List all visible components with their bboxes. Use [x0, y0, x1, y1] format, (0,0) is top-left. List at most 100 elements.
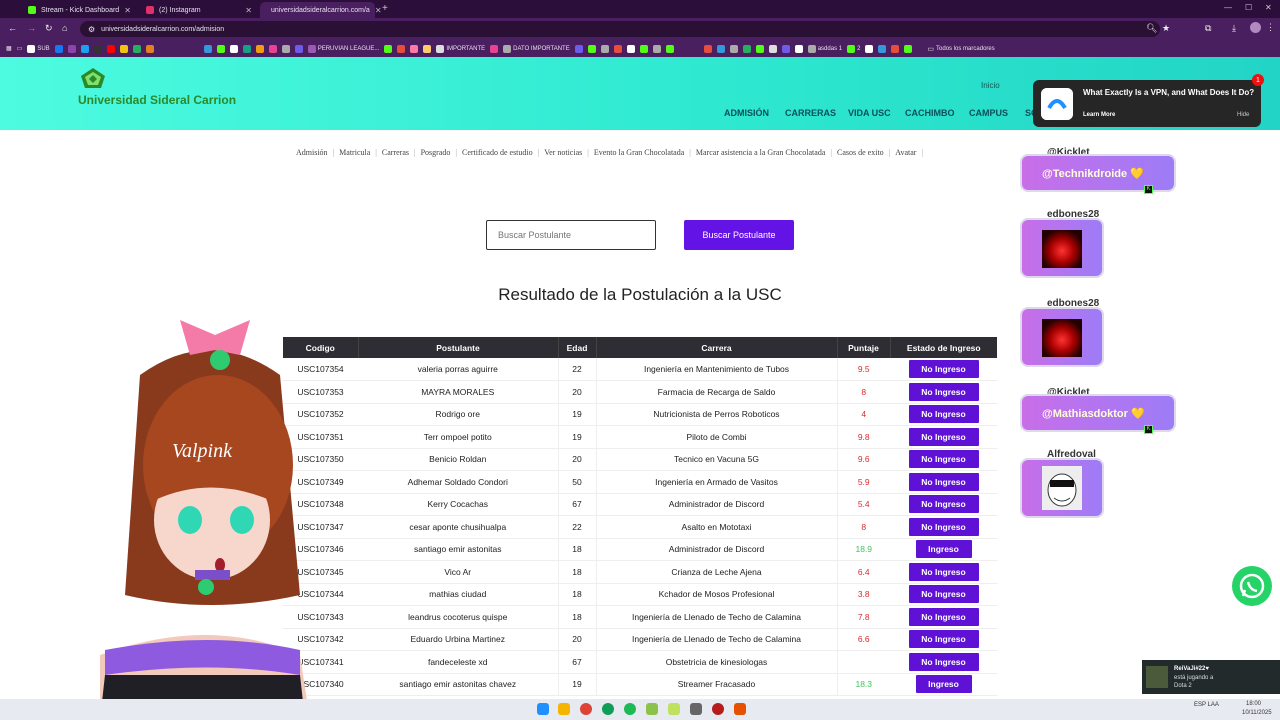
app-icon[interactable] [712, 703, 724, 715]
bookmark-icon[interactable] [80, 44, 89, 53]
close-icon[interactable]: ✕ [245, 6, 252, 15]
no-ingreso-badge[interactable]: No Ingreso [908, 427, 979, 446]
extensions-icon[interactable]: ⧉ [1205, 23, 1211, 34]
bookmark-icon[interactable] [216, 44, 225, 53]
home-icon[interactable]: ⌂ [62, 23, 67, 33]
bookmark-icon[interactable] [794, 44, 803, 53]
nav-cachimbo[interactable]: CACHIMBO [905, 108, 955, 118]
no-ingreso-badge[interactable]: No Ingreso [908, 450, 979, 469]
clock-time[interactable]: 18:00 [1246, 701, 1261, 707]
nav-inicio[interactable]: Inicio [981, 81, 1000, 90]
nav-carreras[interactable]: CARRERAS [785, 108, 836, 118]
bookmark-icon[interactable] [281, 44, 290, 53]
bookmark-icon[interactable] [229, 44, 238, 53]
bookmark-icon[interactable] [54, 44, 63, 53]
subnav-avatar[interactable]: Avatar [895, 148, 916, 157]
zoom-icon[interactable]: 🔍︎ [1146, 23, 1157, 34]
bookmark-dato-importante[interactable]: DATO IMPORTANTE [503, 44, 570, 53]
bookmark-icon[interactable] [93, 44, 102, 53]
new-tab-icon[interactable]: + [382, 3, 388, 14]
bookmark-icon[interactable] [384, 44, 393, 53]
url-field[interactable]: ⚙ universidadsideralcarrion.com/admision [80, 21, 1160, 37]
bookmark-2[interactable]: 2 [847, 44, 860, 53]
no-ingreso-badge[interactable]: No Ingreso [908, 382, 979, 401]
back-icon[interactable]: ← [8, 23, 17, 33]
vpn-ad-popup[interactable]: What Exactly Is a VPN, and What Does It … [1033, 80, 1261, 127]
bookmark-icon[interactable] [255, 44, 264, 53]
nav-admision[interactable]: ADMISIÓN [724, 108, 769, 118]
reload-icon[interactable]: ↻ [45, 23, 53, 34]
bookmark-icon[interactable] [106, 44, 115, 53]
bookmark-icon[interactable] [703, 44, 712, 53]
search-postulante-input[interactable] [486, 220, 656, 250]
bookmark-importante[interactable]: IMPORTANTE [436, 44, 485, 53]
bookmark-peruvian-league[interactable]: PERUVIAN LEAGUE... [307, 44, 379, 53]
bookmark-icon[interactable] [268, 44, 277, 53]
tab-usc[interactable]: universidadsideralcarrion.com/a ✕ [260, 2, 382, 18]
language-indicator[interactable]: ESP LAA [1194, 702, 1219, 708]
bookmark-icon[interactable] [626, 44, 635, 53]
subnav-casos[interactable]: Casos de exito [837, 148, 884, 157]
bookmark-icon[interactable] [423, 44, 432, 53]
bookmark-icon[interactable] [203, 44, 212, 53]
apps-icon[interactable]: ▦ [6, 45, 12, 52]
nav-vida-usc[interactable]: VIDA USC [848, 108, 891, 118]
bookmark-icon[interactable] [574, 44, 583, 53]
subnav-certificado[interactable]: Certificado de estudio [462, 148, 533, 157]
forward-icon[interactable]: → [27, 23, 36, 33]
tab-kick[interactable]: Stream - Kick Dashboard ✕ [22, 2, 137, 18]
ingreso-badge[interactable]: Ingreso [915, 675, 972, 694]
bookmark-icon[interactable] [639, 44, 648, 53]
bookmark-icon[interactable] [742, 44, 751, 53]
bookmark-icon[interactable] [729, 44, 738, 53]
close-icon[interactable]: ✕ [124, 6, 131, 15]
friend-activity-toast[interactable]: ReiVaJi#22♥ está jugando a Dota 2 [1142, 660, 1280, 694]
bookmark-icon[interactable] [145, 44, 154, 53]
bookmark-icon[interactable] [891, 44, 900, 53]
app-icon[interactable] [734, 703, 746, 715]
subnav-evento[interactable]: Evento la Gran Chocolatada [594, 148, 684, 157]
bookmark-icon[interactable] [904, 44, 913, 53]
bookmark-icon[interactable] [397, 44, 406, 53]
bookmark-icon[interactable] [878, 44, 887, 53]
no-ingreso-badge[interactable]: No Ingreso [908, 585, 979, 604]
download-icon[interactable]: ⤓ [1232, 23, 1236, 34]
no-ingreso-badge[interactable]: No Ingreso [908, 652, 979, 671]
bookmark-icon[interactable] [716, 44, 725, 53]
subnav-asistencia[interactable]: Marcar asistencia a la Gran Chocolatada [696, 148, 826, 157]
chrome-icon[interactable] [580, 703, 592, 715]
bookmark-icon[interactable] [755, 44, 764, 53]
bookmark-icon[interactable] [587, 44, 596, 53]
bookmark-icon[interactable] [600, 44, 609, 53]
bookmark-icon[interactable] [67, 44, 76, 53]
bookmark-icon[interactable] [768, 44, 777, 53]
app-icon[interactable] [690, 703, 702, 715]
no-ingreso-badge[interactable]: No Ingreso [908, 472, 979, 491]
subnav-matricula[interactable]: Matricula [339, 148, 370, 157]
minimize-icon[interactable]: — [1224, 3, 1232, 12]
no-ingreso-badge[interactable]: No Ingreso [908, 562, 979, 581]
subnav-posgrado[interactable]: Posgrado [421, 148, 451, 157]
usc-logo-icon[interactable] [80, 67, 106, 89]
file-explorer-icon[interactable] [558, 703, 570, 715]
chrome-icon[interactable] [602, 703, 614, 715]
bookmark-icon[interactable] [119, 44, 128, 53]
no-ingreso-badge[interactable]: No Ingreso [908, 630, 979, 649]
subnav-carreras[interactable]: Carreras [382, 148, 409, 157]
no-ingreso-badge[interactable]: No Ingreso [908, 607, 979, 626]
profile-avatar[interactable] [1250, 22, 1261, 33]
bookmark-icon[interactable] [242, 44, 251, 53]
bookmark-icon[interactable] [294, 44, 303, 53]
search-postulante-button[interactable]: Buscar Postulante [684, 220, 794, 250]
bookmark-icon[interactable] [490, 44, 499, 53]
folder-icon[interactable]: ▭ [17, 45, 23, 52]
close-window-icon[interactable]: ✕ [1265, 3, 1272, 12]
clock-date[interactable]: 10/11/2025 [1242, 710, 1272, 716]
no-ingreso-badge[interactable]: No Ingreso [908, 405, 979, 424]
bookmark-sub[interactable]: SUB [27, 44, 50, 53]
no-ingreso-badge[interactable]: No Ingreso [908, 495, 979, 514]
bookmark-icon[interactable] [613, 44, 622, 53]
close-icon[interactable]: ✕ [375, 6, 382, 15]
ad-learn-more[interactable]: Learn More [1083, 112, 1115, 118]
tab-instagram[interactable]: (2) Instagram ✕ [140, 2, 258, 18]
